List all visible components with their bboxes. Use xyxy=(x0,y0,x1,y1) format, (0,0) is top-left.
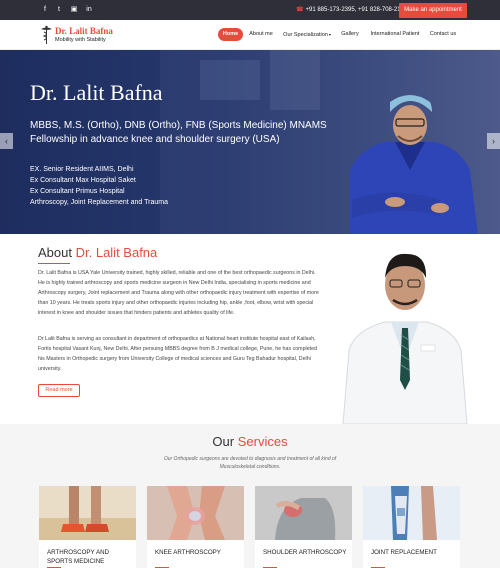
nav-contact-us[interactable]: Contact us xyxy=(429,28,457,41)
hero-credential: Ex Consultant Max Hospital Saket xyxy=(30,177,136,184)
brand-tagline: Mobility with Stability xyxy=(55,37,106,43)
read-more-button[interactable]: Read more xyxy=(38,384,80,397)
joint-replacement-image xyxy=(363,486,460,540)
hero-credential: Ex Consultant Primus Hospital xyxy=(30,188,125,195)
nav-our-specialization-label: Our Specialization xyxy=(283,32,328,38)
instagram-icon[interactable]: ▣ xyxy=(69,5,79,15)
carousel-next-arrow-icon[interactable]: › xyxy=(487,133,500,149)
hero-credential: EX. Senior Resident AIIMS, Delhi xyxy=(30,166,134,173)
doctor-portrait-image xyxy=(335,240,475,424)
service-card-title: SHOULDER ARTHROSCOPY xyxy=(263,549,347,556)
about-heading-name: Dr. Lalit Bafna xyxy=(75,245,158,260)
service-card-title: ARTHROSCOPY AND SPORTS MEDICINE xyxy=(47,549,110,565)
caduceus-logo-icon xyxy=(41,25,52,44)
sports-medicine-image xyxy=(39,486,136,540)
phone-text: +91 885-173-2395, +91 828-708-2133 xyxy=(305,7,408,13)
facebook-icon[interactable]: f xyxy=(40,5,50,15)
chevron-down-icon: ▾ xyxy=(328,32,331,37)
hero-credential: Arthroscopy, Joint Replacement and Traum… xyxy=(30,199,168,206)
carousel-prev-arrow-icon[interactable]: ‹ xyxy=(0,133,13,149)
about-underline xyxy=(38,263,70,264)
services-heading: Our Services xyxy=(0,434,500,450)
service-card[interactable]: JOINT REPLACEMENT xyxy=(363,486,460,568)
nav-international-patient[interactable]: International Patient xyxy=(369,28,421,41)
hero-subtitle-line-2: Fellowship in advance knee and shoulder … xyxy=(30,134,280,145)
twitter-icon[interactable]: t xyxy=(54,5,64,15)
about-paragraph-2: Dr Lalit Bafna is serving as consultant … xyxy=(38,336,318,372)
about-heading: About Dr. Lalit Bafna xyxy=(38,245,157,261)
services-heading-accent: Services xyxy=(237,434,288,449)
linkedin-icon[interactable]: in xyxy=(84,5,94,15)
hero-subtitle: MBBS, M.S. (Ortho), DNB (Ortho), FNB (Sp… xyxy=(30,119,390,147)
hero-credentials-list: EX. Senior Resident AIIMS, Delhi Ex Cons… xyxy=(30,164,168,208)
services-heading-prefix: Our xyxy=(212,434,235,449)
about-heading-prefix: About xyxy=(38,245,72,260)
hero-subtitle-line-1: MBBS, M.S. (Ortho), DNB (Ortho), FNB (Sp… xyxy=(30,120,327,131)
nav-our-specialization[interactable]: Our Specialization▾ xyxy=(281,28,333,41)
service-card[interactable]: ARTHROSCOPY AND SPORTS MEDICINE xyxy=(39,486,136,568)
knee-arthroscopy-image xyxy=(147,486,244,540)
shoulder-arthroscopy-image xyxy=(255,486,352,540)
services-description: Our Orthopedic surgeons are devoted to d… xyxy=(163,456,337,470)
service-card-title: JOINT REPLACEMENT xyxy=(371,549,437,556)
service-card[interactable]: SHOULDER ARTHROSCOPY xyxy=(255,486,352,568)
phone-contact[interactable]: ☎ +91 885-173-2395, +91 828-708-2133 xyxy=(296,4,407,16)
service-card-title: KNEE ARTHROSCOPY xyxy=(155,549,221,556)
service-card[interactable]: KNEE ARTHROSCOPY xyxy=(147,486,244,568)
nav-gallery[interactable]: Gallery xyxy=(340,28,360,41)
phone-icon: ☎ xyxy=(296,7,304,13)
about-paragraph-1: Dr. Lalit Bafna is USA Yale University t… xyxy=(38,270,319,316)
appointment-button[interactable]: Make an appointment xyxy=(399,3,467,18)
nav-about-me[interactable]: About me xyxy=(248,28,274,41)
brand-name[interactable]: Dr. Lalit Bafna xyxy=(55,26,113,36)
nav-home[interactable]: Home xyxy=(218,28,243,41)
hero-title: Dr. Lalit Bafna xyxy=(30,80,163,105)
